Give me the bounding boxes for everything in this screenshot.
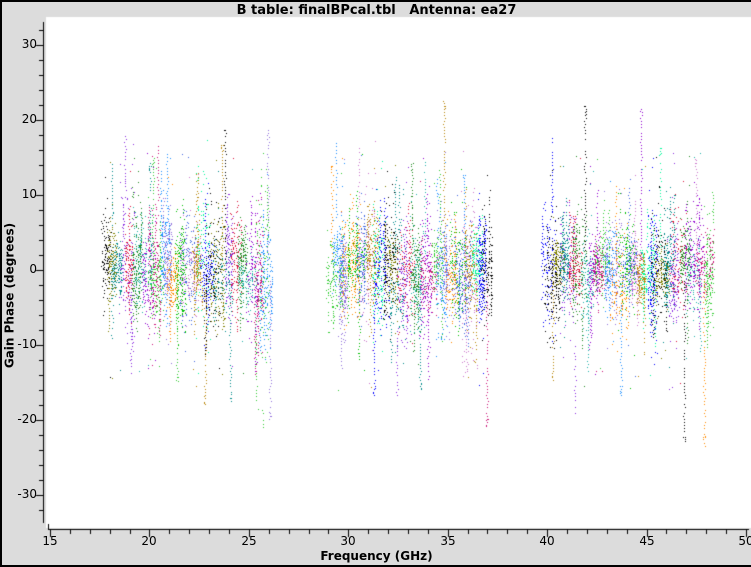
x-axis-label: Frequency (GHz) xyxy=(2,549,751,563)
x-tick-label: 15 xyxy=(30,534,70,548)
x-tick-label: 25 xyxy=(229,534,269,548)
y-tick-label: 10 xyxy=(5,187,37,201)
plot-window: B table: finalBPcal.tbl Antenna: ea27 Ga… xyxy=(2,2,751,565)
y-tick-label: 20 xyxy=(5,112,37,126)
y-tick-label: -30 xyxy=(5,487,37,501)
x-tick-label: 20 xyxy=(129,534,169,548)
x-tick-label: 35 xyxy=(428,534,468,548)
x-tick-label: 50 xyxy=(726,534,751,548)
x-tick-label: 40 xyxy=(527,534,567,548)
window-frame: B table: finalBPcal.tbl Antenna: ea27 Ga… xyxy=(0,0,751,567)
plot-title: B table: finalBPcal.tbl Antenna: ea27 xyxy=(2,3,751,18)
x-tick-label: 30 xyxy=(328,534,368,548)
plot-canvas xyxy=(2,2,751,565)
y-tick-label: 30 xyxy=(5,37,37,51)
x-tick-label: 45 xyxy=(627,534,667,548)
y-tick-label: 0 xyxy=(5,262,37,276)
y-axis-label: Gain Phase (degrees) xyxy=(3,196,18,396)
y-tick-label: -10 xyxy=(5,337,37,351)
y-tick-label: -20 xyxy=(5,412,37,426)
